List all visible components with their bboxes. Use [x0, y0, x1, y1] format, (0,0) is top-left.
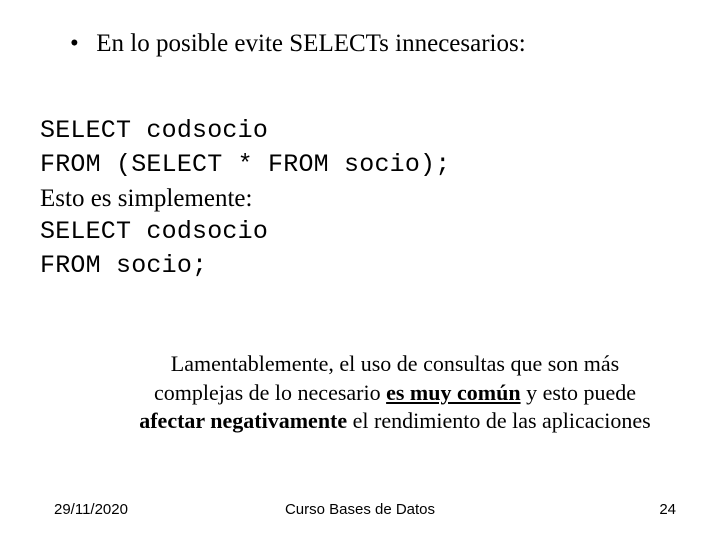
footer-title: Curso Bases de Datos — [40, 501, 680, 518]
comment-line-3: afectar negativamente el rendimiento de … — [110, 407, 680, 436]
code-note: Esto es simplemente: — [40, 182, 680, 216]
comment-2b-emph: es muy común — [386, 380, 520, 405]
footer-page: 24 — [659, 501, 676, 518]
comment-line-2: complejas de lo necesario es muy común y… — [110, 379, 680, 408]
content-block: SELECT codsocio FROM (SELECT * FROM soci… — [40, 114, 680, 283]
bullet-item: • En lo posible evite SELECTs innecesari… — [70, 28, 680, 59]
comment-2c: y esto puede — [521, 380, 636, 405]
code-line-2: FROM (SELECT * FROM socio); — [40, 148, 680, 182]
slide: • En lo posible evite SELECTs innecesari… — [0, 0, 720, 540]
bullet-text: En lo posible evite SELECTs innecesarios… — [96, 30, 525, 57]
comment-3a-emph: afectar negativamente — [139, 408, 347, 433]
comment-3b: el rendimiento de las aplicaciones — [347, 408, 651, 433]
comment-block: Lamentablemente, el uso de consultas que… — [110, 350, 680, 436]
comment-line-1: Lamentablemente, el uso de consultas que… — [110, 350, 680, 379]
comment-2a: complejas de lo necesario — [154, 380, 386, 405]
code-line-3: SELECT codsocio — [40, 215, 680, 249]
bullet-dot-icon: • — [70, 28, 90, 59]
code-line-1: SELECT codsocio — [40, 114, 680, 148]
code-line-4: FROM socio; — [40, 249, 680, 283]
